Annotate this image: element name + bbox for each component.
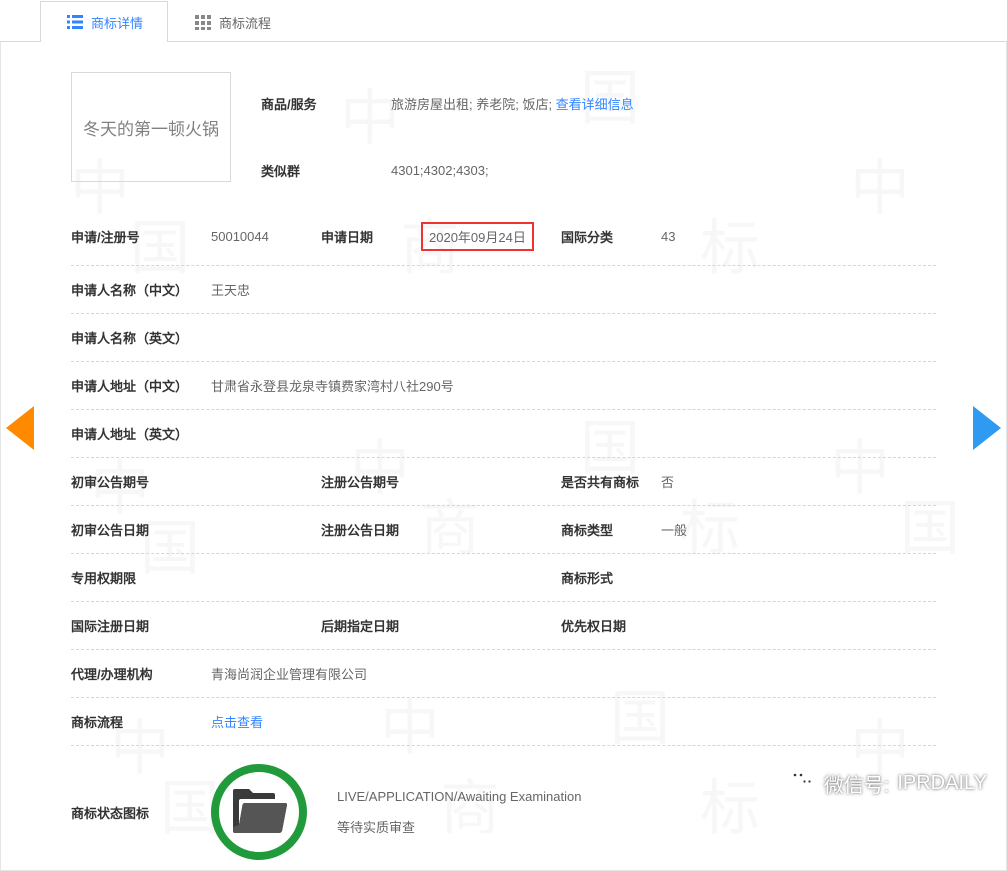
agency-label: 代理/办理机构 (71, 664, 211, 683)
applicant-addr-cn-value: 甘肃省永登县龙泉寺镇费家湾村八社290号 (211, 376, 936, 395)
similar-group-label: 类似群 (261, 161, 391, 180)
prelim-notice-date-label: 初审公告日期 (71, 520, 211, 539)
reg-notice-no-label: 注册公告期号 (321, 472, 421, 491)
reg-notice-date-label: 注册公告日期 (321, 520, 421, 539)
view-more-link[interactable]: 查看详细信息 (556, 97, 634, 112)
process-link[interactable]: 点击查看 (211, 715, 263, 730)
applicant-addr-cn-label: 申请人地址（中文） (71, 376, 211, 395)
applicant-addr-en-label: 申请人地址（英文） (71, 424, 211, 443)
detail-panel: 冬天的第一顿火锅 商品/服务 旅游房屋出租; 养老院; 饭店; 查看详细信息 类… (0, 42, 1007, 871)
intl-class-label: 国际分类 (561, 227, 661, 246)
prev-arrow[interactable] (6, 406, 34, 450)
reg-no-value: 50010044 (211, 229, 321, 244)
status-label: 商标状态图标 (71, 803, 211, 822)
tm-type-label: 商标类型 (561, 520, 661, 539)
intl-class-value: 43 (661, 229, 936, 244)
wechat-watermark: 微信号: IPRDAILY (788, 768, 987, 798)
trademark-name: 冬天的第一顿火锅 (83, 115, 219, 140)
tab-detail[interactable]: 商标详情 (40, 1, 168, 42)
wechat-id: IPRDAILY (897, 772, 987, 795)
next-arrow[interactable] (973, 406, 1001, 450)
tab-process-label: 商标流程 (219, 13, 271, 32)
status-folder-icon (211, 764, 307, 860)
tab-process[interactable]: 商标流程 (168, 1, 296, 42)
wechat-icon (788, 768, 816, 798)
status-line2: 等待实质审查 (337, 812, 581, 843)
shared-label: 是否共有商标 (561, 472, 661, 491)
status-line1: LIVE/APPLICATION/Awaiting Examination (337, 781, 581, 812)
row-regno-date-class: 申请/注册号 50010044 申请日期 2020年09月24日 国际分类 43 (71, 208, 936, 266)
applicant-name-cn-label: 申请人名称（中文） (71, 280, 211, 299)
list-detail-icon (65, 12, 85, 32)
tm-form-label: 商标形式 (561, 568, 661, 587)
goods-services-value: 旅游房屋出租; 养老院; 饭店; (391, 97, 556, 112)
later-designate-date-label: 后期指定日期 (321, 616, 421, 635)
goods-services-label: 商品/服务 (261, 94, 391, 113)
trademark-image-box: 冬天的第一顿火锅 (71, 72, 231, 182)
tab-bar: 商标详情 商标流程 (0, 0, 1007, 42)
similar-group-value: 4301;4302;4303; (391, 163, 489, 178)
applicant-name-cn-value: 王天忠 (211, 280, 936, 299)
tm-type-value: 一般 (661, 520, 936, 539)
agency-value: 青海尚润企业管理有限公司 (211, 664, 936, 683)
process-label: 商标流程 (71, 712, 211, 731)
exclusive-term-label: 专用权期限 (71, 568, 211, 587)
applicant-name-en-label: 申请人名称（英文） (71, 328, 211, 347)
shared-value: 否 (661, 472, 936, 491)
prelim-notice-no-label: 初审公告期号 (71, 472, 211, 491)
app-date-value: 2020年09月24日 (421, 222, 561, 251)
wechat-label: 微信号: (824, 769, 890, 798)
flow-icon (193, 12, 213, 32)
reg-no-label: 申请/注册号 (71, 227, 211, 246)
intl-reg-date-label: 国际注册日期 (71, 616, 211, 635)
priority-date-label: 优先权日期 (561, 616, 661, 635)
tab-detail-label: 商标详情 (91, 13, 143, 32)
app-date-label: 申请日期 (321, 227, 421, 246)
